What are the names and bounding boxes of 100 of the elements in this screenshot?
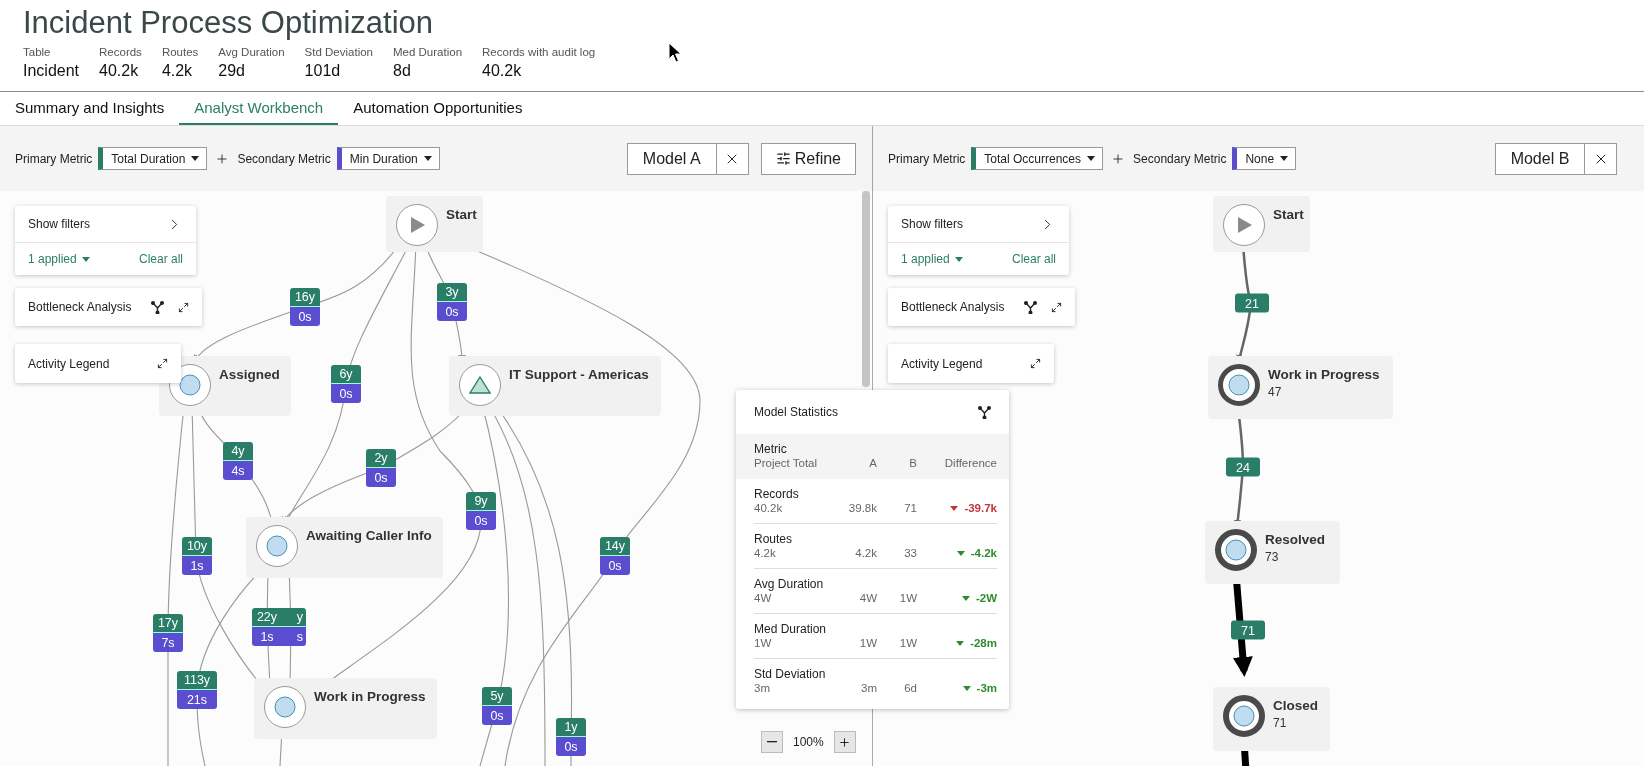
node-card[interactable]: Awaiting Caller Info [246,517,443,578]
model-name-field[interactable]: Model B [1495,142,1585,175]
secondary-metric-dropdown[interactable]: None [1232,147,1297,170]
node-card[interactable]: Assigned [159,356,291,416]
show-filters-link[interactable]: Show filters [28,217,91,231]
table-cell-text: 4.2k [854,547,877,559]
activity-node-icon[interactable] [264,686,306,728]
node-card[interactable]: Work in Progress 47 [1208,356,1393,419]
plus-icon [1111,151,1126,166]
primary-metric-tag: 113y [177,671,217,690]
expand-icon[interactable] [157,358,168,369]
tab[interactable]: Automation Opportunities [338,92,538,125]
model-name-field[interactable]: Model A [626,142,717,175]
table-cell-text: 4.2k [754,547,777,559]
group-node-icon[interactable] [459,364,501,406]
node-count: 47 [1268,385,1283,399]
table-cell-text: 1W [858,637,877,649]
column-header: Metric [754,442,788,457]
fork-icon[interactable] [151,300,164,314]
table-cell-text: 39.8k [847,502,877,514]
caret-icon [954,256,963,262]
minus-icon[interactable] [767,741,777,743]
primary-metric-dropdown[interactable]: Total Occurrences [971,147,1104,170]
primary-metric-tag: 2y [366,449,396,468]
table-cell-text: 40.2k [754,502,784,514]
secondary-metric-tag: 1s [182,556,212,575]
applied-filters-dropdown[interactable]: 1 applied [28,252,90,266]
activity-node-icon[interactable] [256,525,298,567]
page-title: Incident Process Optimization [23,4,434,42]
cursor-icon [668,42,682,64]
node-label: Assigned [219,367,280,382]
primary-metric-tag: 22y [252,608,282,627]
node-card[interactable]: Closed 71 [1213,687,1330,751]
stat-label: Routes [161,45,199,60]
column-header: B [908,457,917,469]
metric-name: Routes [754,532,794,547]
tab[interactable]: Summary and Insights [0,92,180,125]
node-card[interactable]: IT Support - Americas [449,356,661,416]
secondary-metric-label: Secondary Metric [237,151,331,166]
scrollbar[interactable] [862,191,870,387]
primary-metric-tag: 3y [437,283,467,302]
caret-icon [191,156,200,161]
zoom-in-button[interactable] [833,731,856,753]
applied-filters-dropdown[interactable]: 1 applied [901,252,963,266]
stat-label: Std Deviation [304,45,373,60]
difference-cell: -28m [917,637,997,649]
column-header: A [868,457,877,469]
activity-legend-label: Activity Legend [901,356,983,371]
node-card[interactable]: Resolved 73 [1205,521,1340,584]
activity-node-icon[interactable] [1223,695,1265,737]
secondary-metric-label: Secondary Metric [1133,151,1227,166]
primary-metric-tag: 24 [1226,457,1260,477]
plus-icon [215,151,230,166]
difference-cell: -3m [917,682,997,694]
sliders-icon[interactable] [775,151,791,166]
start-node-icon[interactable] [1223,204,1265,246]
clear-all-link[interactable]: Clear all [139,252,183,266]
stat-label: Table [23,45,52,60]
primary-metric-tag: 6y [331,365,361,384]
stat-label: Records with audit log [482,45,596,60]
activity-node-icon[interactable] [1218,364,1260,406]
fork-icon[interactable] [1024,300,1037,314]
stat-value: Incident [23,61,80,81]
column-header: Difference [943,457,997,469]
stat-value: 8d [393,61,412,81]
node-count: 73 [1265,550,1280,564]
primary-metric-dropdown[interactable]: Total Duration [98,147,208,170]
node-card[interactable]: Start [1213,196,1310,252]
show-filters-link[interactable]: Show filters [901,217,964,231]
primary-metric-tag: 4y [223,442,253,461]
expand-icon[interactable] [178,301,189,313]
start-node-icon[interactable] [396,204,438,246]
node-label: Awaiting Caller Info [306,528,432,543]
caret-icon [962,685,971,691]
fork-icon[interactable] [978,405,991,419]
node-label: Work in Progress [1268,367,1380,382]
stat-value: 4.2k [161,61,194,81]
table-cell-text: 1W [898,637,917,649]
primary-metric-tag: 1y [556,718,586,737]
node-card[interactable]: Work in Progress [254,678,437,739]
activity-node-icon[interactable] [1215,529,1257,571]
plus-icon[interactable] [838,735,852,749]
expand-icon[interactable] [1030,358,1041,369]
secondary-metric-tag: 0s [290,307,320,326]
node-label: Resolved [1265,532,1326,547]
table-cell-text: 3m [754,682,771,694]
metric-name: Records [754,487,800,502]
refine-button[interactable]: Refine [760,142,856,175]
stat-value: 40.2k [482,61,523,81]
node-card[interactable]: Start [386,196,483,252]
primary-metric-tag: 9y [466,492,496,511]
node-label: Work in Progress [314,689,426,704]
metric-name: Avg Duration [754,577,825,592]
secondary-metric-dropdown[interactable]: Min Duration [336,147,440,170]
table-cell-text: 1W [898,592,917,604]
expand-icon[interactable] [1051,301,1062,313]
difference-cell: -39.7k [917,502,997,514]
secondary-metric-tag: 7s [153,633,183,652]
clear-all-link[interactable]: Clear all [1012,252,1056,266]
column-header: Project Total [754,457,819,469]
